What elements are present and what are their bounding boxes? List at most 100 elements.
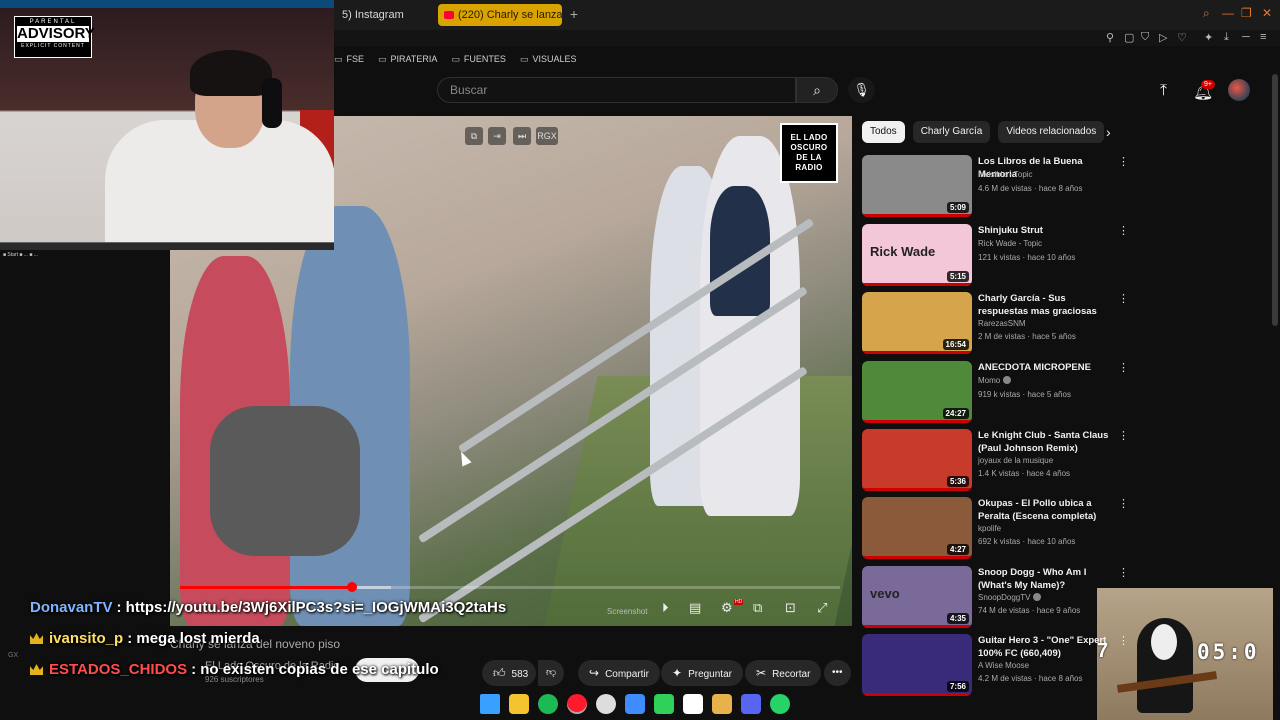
rgx-button[interactable]: RGX	[536, 127, 558, 145]
more-vert-icon[interactable]: ⋮	[1118, 566, 1129, 579]
download-icon[interactable]: ⤓	[1224, 31, 1229, 44]
minus-icon[interactable]: ─	[1242, 31, 1250, 43]
video-thumbnail[interactable]: 7:56	[862, 634, 972, 696]
scrollbar[interactable]	[1272, 74, 1278, 326]
extensions-icon[interactable]: ✦	[1204, 31, 1213, 44]
recommendation-item[interactable]: 24:27 ANECDOTA MICROPENE Momo 919 k vistas …	[862, 361, 1129, 423]
miniplayer-icon[interactable]: ⧉	[753, 600, 762, 616]
play-icon[interactable]: ▷	[1159, 31, 1167, 44]
menu-icon[interactable]: ≡	[1260, 31, 1266, 43]
progress-scrubber[interactable]	[346, 582, 357, 592]
clip-button[interactable]: ✂ Recortar	[745, 660, 822, 686]
recommendation-channel[interactable]: SnoopDoggTV	[978, 593, 1042, 602]
progress-bar[interactable]	[180, 582, 840, 592]
share-button[interactable]: ↪ Compartir	[578, 660, 660, 686]
minimize-icon[interactable]: —	[1222, 6, 1234, 20]
file-explorer-icon[interactable]	[509, 694, 529, 714]
recommendation-channel[interactable]: RarezasSNM	[978, 319, 1026, 328]
search-button[interactable]: ⌕	[796, 77, 838, 103]
opera-icon[interactable]	[567, 694, 587, 714]
recommendation-channel[interactable]: Momo	[978, 376, 1012, 385]
recommendation-title[interactable]: Le Knight Club - Santa Claus (Paul Johns…	[978, 429, 1116, 455]
heart-icon[interactable]: ♡	[1177, 31, 1187, 44]
video-thumbnail[interactable]: Rick Wade 5:15	[862, 224, 972, 286]
recommendation-item[interactable]: 5:36 Le Knight Club - Santa Claus (Paul J…	[862, 429, 1129, 491]
more-vert-icon[interactable]: ⋮	[1118, 634, 1129, 647]
more-vert-icon[interactable]: ⋮	[1118, 429, 1129, 442]
chip-charly-garcia[interactable]: Charly García	[912, 121, 991, 143]
obs-icon[interactable]	[596, 694, 616, 714]
subtitles-icon[interactable]: ▤	[689, 600, 701, 616]
recommendation-channel[interactable]: kpolife	[978, 524, 1001, 533]
chip-videos-relacionados[interactable]: Videos relacionados	[998, 121, 1105, 143]
video-thumbnail[interactable]: 16:54	[862, 292, 972, 354]
recommendation-item[interactable]: vevo 4:35 Snoop Dogg - Who Am I (What's My…	[862, 566, 1129, 628]
chevron-right-icon[interactable]: ›	[1106, 124, 1111, 140]
whatsapp-icon[interactable]	[770, 694, 790, 714]
video-thumbnail[interactable]: 24:27	[862, 361, 972, 423]
recommendation-title[interactable]: ANECDOTA MICROPENE	[978, 361, 1116, 374]
bookmark-fuentes[interactable]: FUENTES	[451, 54, 506, 65]
tab-youtube-video[interactable]: (220) Charly se lanza	[438, 4, 562, 26]
new-tab-button[interactable]: +	[566, 6, 582, 22]
next-button[interactable]: ⏭	[513, 127, 531, 145]
upload-icon[interactable]: ⤒	[1160, 82, 1167, 100]
more-vert-icon[interactable]: ⋮	[1118, 224, 1129, 237]
recommendation-item[interactable]: 16:54 Charly García - Sus respuestas mas …	[862, 292, 1129, 354]
cast-icon[interactable]: ⊡	[785, 600, 796, 616]
bookmark-pirateria[interactable]: PIRATERIA	[378, 54, 438, 65]
ghostface-mask-icon	[1151, 624, 1177, 660]
recommendation-channel[interactable]: Invisible - Topic	[978, 170, 1033, 179]
fullscreen-icon[interactable]: ⤢	[817, 600, 827, 616]
spotify-icon[interactable]	[538, 694, 558, 714]
recommendation-channel[interactable]: joyaux de la musique	[978, 456, 1053, 465]
app-gold-icon[interactable]	[712, 694, 732, 714]
chat-side-label: GX	[8, 652, 19, 659]
autoplay-icon[interactable]: ⏵	[662, 600, 669, 616]
more-vert-icon[interactable]: ⋮	[1118, 497, 1129, 510]
avatar[interactable]	[1228, 79, 1250, 101]
app-green-icon[interactable]	[654, 694, 674, 714]
tab-instagram[interactable]: 5) Instagram	[336, 4, 410, 26]
recommendation-title[interactable]: Guitar Hero 3 - "One" Expert 100% FC (66…	[978, 634, 1116, 660]
shield-icon[interactable]: ⛉	[1141, 31, 1149, 44]
like-button[interactable]: 👍︎ 583	[482, 660, 537, 686]
miniplayer-button[interactable]: ⧉	[465, 127, 483, 145]
video-thumbnail[interactable]: 4:27	[862, 497, 972, 559]
recommendation-item[interactable]: Rick Wade 5:15 Shinjuku Strut Rick Wade - T…	[862, 224, 1129, 286]
more-vert-icon[interactable]: ⋮	[1118, 155, 1129, 168]
video-thumbnail[interactable]: 5:36	[862, 429, 972, 491]
recommendation-title[interactable]: Charly García - Sus respuestas mas graci…	[978, 292, 1116, 318]
recommendation-item[interactable]: 4:27 Okupas - El Pollo ubica a Peralta (E…	[862, 497, 1129, 559]
recommendation-title[interactable]: Shinjuku Strut	[978, 224, 1116, 237]
recommendation-item[interactable]: 7:56 Guitar Hero 3 - "One" Expert 100% FC…	[862, 634, 1129, 696]
bookmark-fse[interactable]: FSE	[334, 54, 365, 65]
windows-start-icon[interactable]	[480, 694, 500, 714]
recommendation-item[interactable]: 5:09 Los Libros de la Buena Memoria Invisi…	[862, 155, 1129, 217]
restore-icon[interactable]: ❐	[1241, 6, 1252, 20]
github-icon[interactable]	[683, 694, 703, 714]
chip-todos[interactable]: Todos	[862, 121, 905, 143]
more-vert-icon[interactable]: ⋮	[1118, 292, 1129, 305]
exit-button[interactable]: ⇥	[488, 127, 506, 145]
snapshot-icon[interactable]: ▢	[1124, 31, 1134, 44]
search-icon[interactable]: ⌕	[1203, 6, 1210, 21]
bookmark-visuales[interactable]: VISUALES	[520, 54, 576, 65]
video-thumbnail[interactable]: vevo 4:35	[862, 566, 972, 628]
voice-search-button[interactable]: 🎙	[848, 77, 875, 103]
discord-icon[interactable]	[741, 694, 761, 714]
recommendation-title[interactable]: Okupas - El Pollo ubica a Peralta (Escen…	[978, 497, 1116, 523]
pin-icon[interactable]: ⚲	[1106, 31, 1114, 44]
dislike-button[interactable]: 👎︎	[538, 660, 565, 686]
more-vert-icon[interactable]: ⋮	[1118, 361, 1129, 374]
recommendation-channel[interactable]: A Wise Moose	[978, 661, 1029, 670]
settings-icon[interactable]: ⚙	[721, 600, 733, 616]
video-thumbnail[interactable]: 5:09	[862, 155, 972, 217]
close-icon[interactable]: ✕	[1262, 6, 1272, 20]
app-blue-icon[interactable]	[625, 694, 645, 714]
more-actions-button[interactable]: •••	[824, 660, 851, 686]
search-input[interactable]: Buscar	[437, 77, 796, 103]
ask-button[interactable]: ✦ Preguntar	[661, 660, 743, 686]
recommendation-title[interactable]: Snoop Dogg - Who Am I (What's My Name)?	[978, 566, 1116, 592]
recommendation-channel[interactable]: Rick Wade - Topic	[978, 239, 1042, 248]
